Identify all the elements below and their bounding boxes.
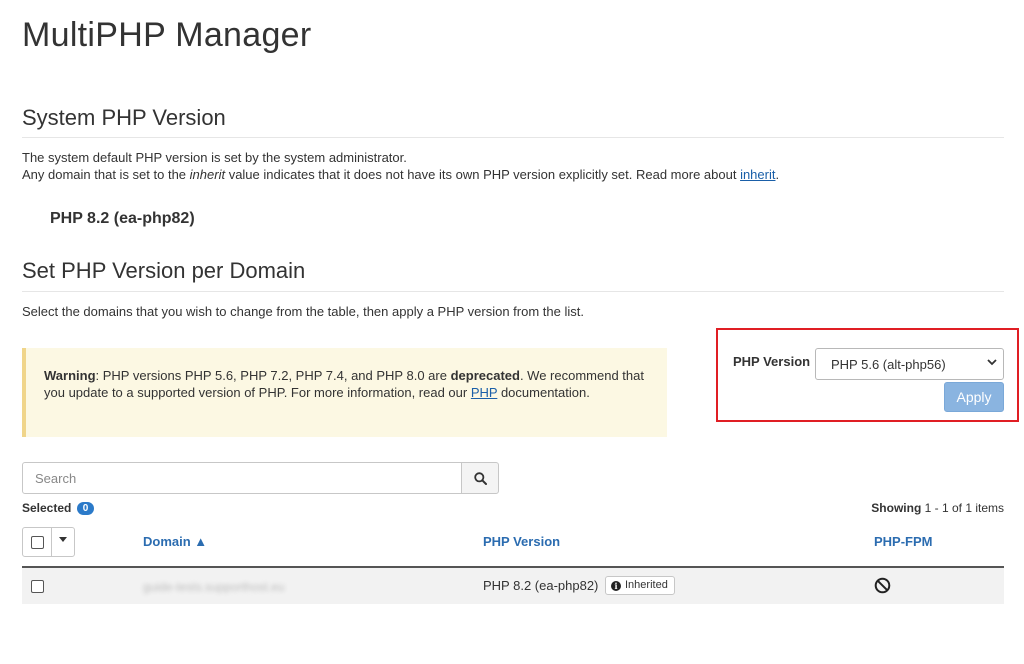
chevron-down-icon [987, 357, 997, 370]
search-button[interactable] [461, 462, 499, 494]
chevron-down-icon[interactable] [59, 537, 67, 542]
page-title: MultiPHP Manager [22, 16, 312, 54]
inherited-badge[interactable]: i Inherited [605, 576, 675, 595]
php-version-cell: PHP 8.2 (ea-php82) [483, 578, 599, 593]
bulk-select [22, 527, 75, 557]
domain-description: Select the domains that you wish to chan… [22, 304, 584, 319]
domain-php-heading: Set PHP Version per Domain [22, 258, 306, 283]
select-all-checkbox[interactable] [31, 536, 44, 549]
domain-cell: guide-tests.supporthost.eu [143, 580, 285, 594]
row-checkbox[interactable] [31, 580, 44, 593]
php-docs-link[interactable]: PHP [471, 385, 498, 400]
column-header-php-version[interactable]: PHP Version [483, 534, 560, 549]
column-header-domain[interactable]: Domain ▲ [143, 534, 207, 549]
pagination-info: Showing 1 - 1 of 1 items [871, 501, 1004, 515]
system-php-version: PHP 8.2 (ea-php82) [50, 210, 195, 227]
search-input[interactable]: Search [22, 462, 462, 494]
divider [22, 137, 1004, 138]
inherit-link[interactable]: inherit [740, 167, 775, 182]
system-description: The system default PHP version is set by… [22, 150, 780, 182]
php-version-select[interactable]: PHP 5.6 (alt-php56) [815, 348, 1004, 380]
search-icon [474, 472, 487, 485]
system-php-heading: System PHP Version [22, 105, 226, 130]
php-version-label: PHP Version [733, 354, 811, 369]
count-badge: 0 [76, 502, 95, 515]
divider [22, 291, 1004, 292]
apply-button[interactable]: Apply [944, 382, 1004, 412]
selected-count: Selected 0 [22, 501, 95, 515]
divider [51, 528, 52, 556]
info-icon: i [611, 581, 621, 591]
column-header-php-fpm[interactable]: PHP-FPM [874, 534, 933, 549]
disabled-icon [874, 577, 891, 597]
deprecation-warning: Warning: PHP versions PHP 5.6, PHP 7.2, … [22, 348, 667, 437]
